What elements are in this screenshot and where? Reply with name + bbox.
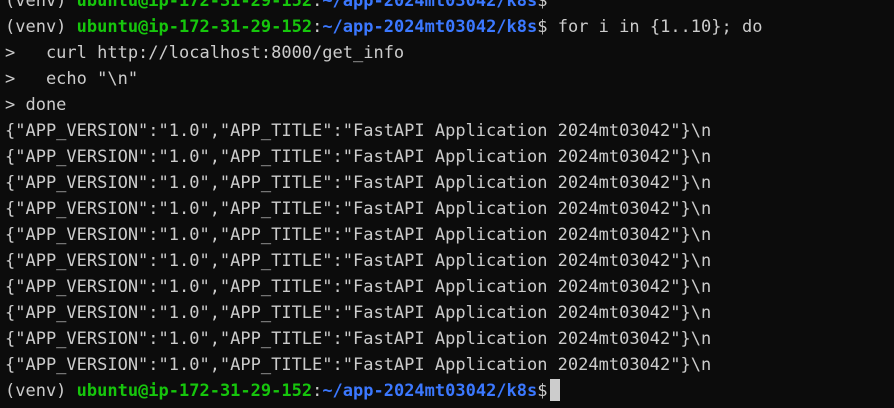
- prompt-line-previous: (venv) ubuntu@ip-172-31-29-152:~/app-202…: [5, 0, 762, 14]
- user-host: ubuntu@ip-172-31-29-152: [76, 0, 313, 11]
- prompt-symbol: $: [537, 17, 558, 37]
- working-directory: ~/app-2024mt03042/k8s: [322, 381, 538, 401]
- prompt-line-command: (venv) ubuntu@ip-172-31-29-152:~/app-202…: [5, 14, 762, 40]
- venv-indicator: (venv): [5, 0, 77, 11]
- continuation-line: > curl http://localhost:8000/get_info: [5, 43, 405, 63]
- prompt-symbol: $: [537, 381, 548, 401]
- output-line: {"APP_VERSION":"1.0","APP_TITLE":"FastAP…: [5, 121, 712, 141]
- output-line: {"APP_VERSION":"1.0","APP_TITLE":"FastAP…: [5, 355, 712, 375]
- prompt-separator: :: [312, 381, 323, 401]
- venv-indicator: (venv): [5, 381, 77, 401]
- user-host: ubuntu@ip-172-31-29-152: [76, 381, 313, 401]
- prompt-symbol: $: [537, 0, 558, 11]
- text-cursor[interactable]: [549, 379, 560, 401]
- command-text: for i in {1..10}; do: [557, 17, 763, 37]
- output-line: {"APP_VERSION":"1.0","APP_TITLE":"FastAP…: [5, 277, 712, 297]
- output-line: {"APP_VERSION":"1.0","APP_TITLE":"FastAP…: [5, 225, 712, 245]
- prompt-separator: :: [312, 17, 323, 37]
- continuation-line: > echo "\n": [5, 69, 139, 89]
- prompt-separator: :: [312, 0, 323, 11]
- output-line: {"APP_VERSION":"1.0","APP_TITLE":"FastAP…: [5, 251, 712, 271]
- terminal-output: (venv) ubuntu@ip-172-31-29-152:~/app-202…: [5, 0, 762, 404]
- working-directory: ~/app-2024mt03042/k8s: [322, 17, 538, 37]
- output-line: {"APP_VERSION":"1.0","APP_TITLE":"FastAP…: [5, 329, 712, 349]
- terminal-window[interactable]: (venv) ubuntu@ip-172-31-29-152:~/app-202…: [0, 0, 894, 408]
- continuation-line: > done: [5, 95, 67, 115]
- output-line: {"APP_VERSION":"1.0","APP_TITLE":"FastAP…: [5, 147, 712, 167]
- user-host: ubuntu@ip-172-31-29-152: [76, 17, 313, 37]
- prompt-line-current[interactable]: (venv) ubuntu@ip-172-31-29-152:~/app-202…: [5, 378, 762, 404]
- output-line: {"APP_VERSION":"1.0","APP_TITLE":"FastAP…: [5, 303, 712, 323]
- output-line: {"APP_VERSION":"1.0","APP_TITLE":"FastAP…: [5, 199, 712, 219]
- venv-indicator: (venv): [5, 17, 77, 37]
- output-line: {"APP_VERSION":"1.0","APP_TITLE":"FastAP…: [5, 173, 712, 193]
- working-directory: ~/app-2024mt03042/k8s: [322, 0, 538, 11]
